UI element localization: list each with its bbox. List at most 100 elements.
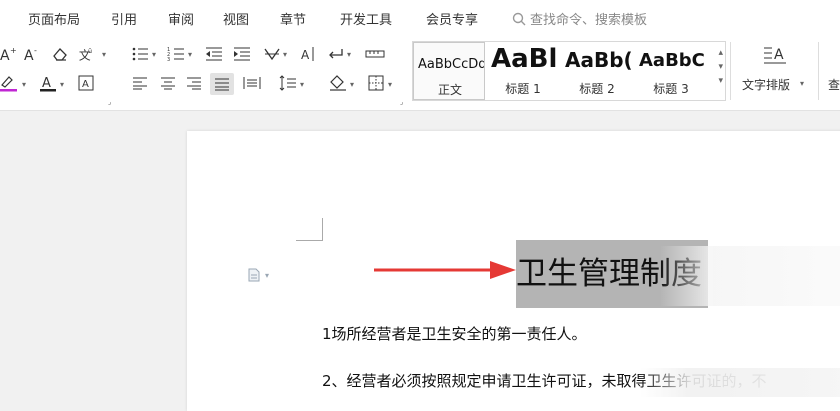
char-border-icon: A bbox=[78, 75, 94, 91]
style-sample: AaBbCcDd bbox=[418, 57, 485, 72]
font-color-button[interactable]: A bbox=[38, 74, 58, 92]
paragraph-handle[interactable]: ▾ bbox=[248, 267, 274, 286]
ribbon-toolbar: A + A- 文ū ▾ ▾ 123 ▾ ▾ A ▾ ▾ A ▾ A ▾ ▾ ▾ ⌟… bbox=[0, 36, 840, 111]
menu-references[interactable]: 引用 bbox=[111, 9, 137, 28]
text-layout-button[interactable]: A 文字排版 ▾ bbox=[738, 42, 812, 98]
borders-icon bbox=[368, 75, 384, 91]
style-normal[interactable]: AaBbCcDd 正文 bbox=[413, 42, 485, 100]
borders-button[interactable] bbox=[366, 74, 386, 92]
svg-text:A: A bbox=[82, 79, 89, 90]
clear-format-button[interactable] bbox=[50, 45, 70, 63]
paragraph-return-icon bbox=[329, 49, 343, 59]
eraser-icon bbox=[53, 48, 67, 61]
chevron-down-icon: ▾ bbox=[800, 79, 805, 88]
shrink-font-button[interactable]: A- bbox=[22, 45, 42, 63]
menu-developer[interactable]: 开发工具 bbox=[340, 9, 392, 28]
chevron-down-icon[interactable]: ▾ bbox=[283, 50, 287, 59]
chevron-up-icon[interactable]: ▴ bbox=[718, 46, 723, 60]
bullet-list-icon bbox=[132, 47, 148, 61]
style-heading-3[interactable]: AaBbC 标题 3 bbox=[635, 42, 707, 100]
text-direction-icon: A bbox=[301, 47, 314, 62]
svg-text:3: 3 bbox=[167, 57, 170, 62]
styles-scroll[interactable]: ▴ ▾ ▾ bbox=[718, 46, 723, 88]
justify-button[interactable] bbox=[210, 73, 234, 95]
chevron-down-icon[interactable]: ▾ bbox=[188, 50, 192, 59]
align-left-icon bbox=[133, 77, 147, 90]
decrease-indent-button[interactable] bbox=[204, 45, 224, 63]
indent-icon bbox=[234, 47, 250, 61]
align-right-icon bbox=[187, 77, 201, 90]
chevron-down-icon[interactable]: ▾ bbox=[300, 80, 304, 89]
svg-text:A: A bbox=[301, 48, 310, 62]
menu-member[interactable]: 会员专享 bbox=[426, 9, 478, 28]
chevron-down-icon[interactable]: ▾ bbox=[60, 80, 64, 89]
paint-bucket-icon bbox=[330, 75, 346, 91]
search-icon bbox=[512, 12, 526, 25]
divider bbox=[818, 42, 819, 100]
chevron-down-icon[interactable]: ▾ bbox=[22, 80, 26, 89]
menu-view[interactable]: 视图 bbox=[223, 9, 249, 28]
char-border-button[interactable]: A bbox=[76, 74, 96, 92]
style-heading-2[interactable]: AaBb( 标题 2 bbox=[561, 42, 633, 100]
svg-text:A: A bbox=[24, 48, 34, 62]
text-layout-label: 文字排版 bbox=[742, 78, 791, 92]
chevron-down-icon[interactable]: ▾ bbox=[152, 50, 156, 59]
style-sample: AaBbC bbox=[639, 50, 705, 71]
styles-gallery: AaBbCcDd 正文 AaBl 标题 1 AaBb( 标题 2 AaBbC 标… bbox=[412, 41, 726, 101]
style-heading-1[interactable]: AaBl 标题 1 bbox=[487, 42, 559, 100]
annotation-arrow bbox=[374, 261, 516, 279]
style-name: 标题 3 bbox=[653, 82, 689, 96]
phonetic-guide-button[interactable]: 文ū bbox=[78, 45, 98, 63]
menu-page-layout[interactable]: 页面布局 bbox=[28, 9, 80, 28]
command-search[interactable]: 查找命令、搜索模板 bbox=[512, 9, 647, 28]
svg-text:A: A bbox=[774, 47, 784, 63]
distributed-align-button[interactable] bbox=[242, 74, 262, 92]
grow-font-icon: A + bbox=[0, 46, 17, 62]
paragraph-group-launcher[interactable]: ⌟ bbox=[400, 98, 403, 106]
svg-text:▾: ▾ bbox=[265, 271, 269, 280]
align-center-icon bbox=[161, 77, 175, 90]
more-icon[interactable]: ▾ bbox=[718, 74, 723, 88]
align-justify-icon bbox=[215, 78, 229, 91]
shading-button[interactable] bbox=[328, 74, 348, 92]
chevron-down-icon[interactable]: ▾ bbox=[102, 50, 106, 59]
paragraph-1[interactable]: 1场所经营者是卫生安全的第一责任人。 bbox=[322, 323, 587, 344]
menu-review[interactable]: 审阅 bbox=[168, 9, 194, 28]
mosaic-overlay bbox=[640, 368, 840, 397]
svg-text:A: A bbox=[0, 48, 10, 62]
phonetic-icon: 文ū bbox=[79, 48, 92, 62]
font-group-launcher[interactable]: ⌟ bbox=[108, 98, 111, 106]
chevron-down-icon[interactable]: ▾ bbox=[350, 80, 354, 89]
align-center-button[interactable] bbox=[158, 74, 178, 92]
bullet-list-button[interactable] bbox=[130, 45, 150, 63]
svg-text:+: + bbox=[10, 46, 17, 55]
font-color-icon: A bbox=[40, 76, 56, 92]
menu-section[interactable]: 章节 bbox=[280, 9, 306, 28]
align-left-button[interactable] bbox=[130, 74, 150, 92]
search-placeholder: 查找命令、搜索模板 bbox=[530, 13, 648, 28]
ruler-tabs-button[interactable] bbox=[365, 45, 385, 63]
chevron-down-icon[interactable]: ▾ bbox=[718, 60, 723, 74]
highlight-button[interactable] bbox=[0, 74, 18, 92]
grow-font-button[interactable]: A + bbox=[0, 45, 18, 63]
style-name: 标题 1 bbox=[505, 82, 541, 96]
line-break-button[interactable] bbox=[326, 45, 346, 63]
increase-indent-button[interactable] bbox=[232, 45, 252, 63]
chevron-down-icon[interactable]: ▾ bbox=[347, 50, 351, 59]
text-direction-button[interactable]: A bbox=[298, 45, 318, 63]
mosaic-overlay bbox=[660, 246, 840, 306]
chinese-layout-icon bbox=[264, 48, 280, 61]
chevron-down-icon[interactable]: ▾ bbox=[388, 80, 392, 89]
style-name: 标题 2 bbox=[579, 82, 615, 96]
outdent-icon bbox=[206, 47, 222, 61]
text-layout-icon: A bbox=[764, 47, 786, 64]
menu-bar: 页面布局 引用 审阅 视图 章节 开发工具 会员专享 查找命令、搜索模板 bbox=[0, 0, 840, 36]
align-right-button[interactable] bbox=[184, 74, 204, 92]
find-replace-button[interactable]: 查 bbox=[828, 76, 840, 93]
chinese-layout-button[interactable] bbox=[262, 45, 282, 63]
svg-text:-: - bbox=[34, 46, 37, 55]
line-spacing-button[interactable] bbox=[278, 74, 298, 92]
distribute-icon bbox=[243, 77, 261, 89]
style-sample: AaBb( bbox=[565, 48, 633, 72]
numbered-list-button[interactable]: 123 bbox=[166, 45, 186, 63]
